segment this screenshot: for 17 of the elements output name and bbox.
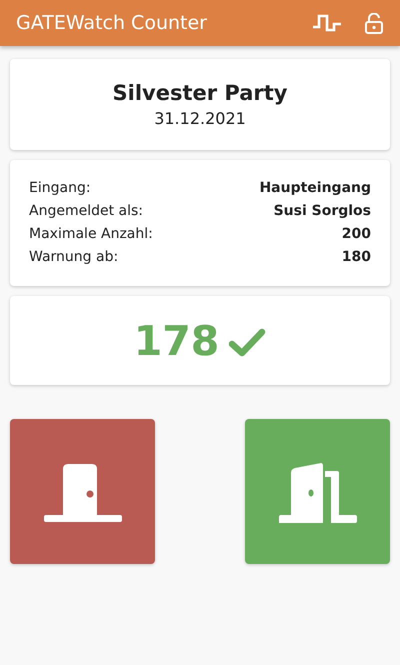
signal-wave-icon[interactable]: [312, 13, 342, 33]
event-date: 31.12.2021: [154, 109, 246, 128]
detail-value: 180: [342, 248, 371, 267]
detail-label: Maximale Anzahl:: [29, 225, 153, 244]
event-title: Silvester Party: [112, 81, 288, 105]
detail-label: Warnung ab:: [29, 248, 118, 267]
enter-button[interactable]: [245, 419, 390, 564]
detail-label: Eingang:: [29, 179, 91, 198]
app-title: GATEWatch Counter: [16, 12, 208, 34]
detail-value: Susi Sorglos: [274, 202, 371, 221]
detail-label: Angemeldet als:: [29, 202, 144, 221]
unlock-icon[interactable]: [364, 12, 384, 34]
open-door-icon: [278, 460, 356, 522]
visitor-count: 178: [134, 316, 220, 364]
detail-value: 200: [342, 225, 371, 244]
detail-value: Haupteingang: [259, 179, 371, 198]
exit-button[interactable]: [10, 419, 155, 564]
